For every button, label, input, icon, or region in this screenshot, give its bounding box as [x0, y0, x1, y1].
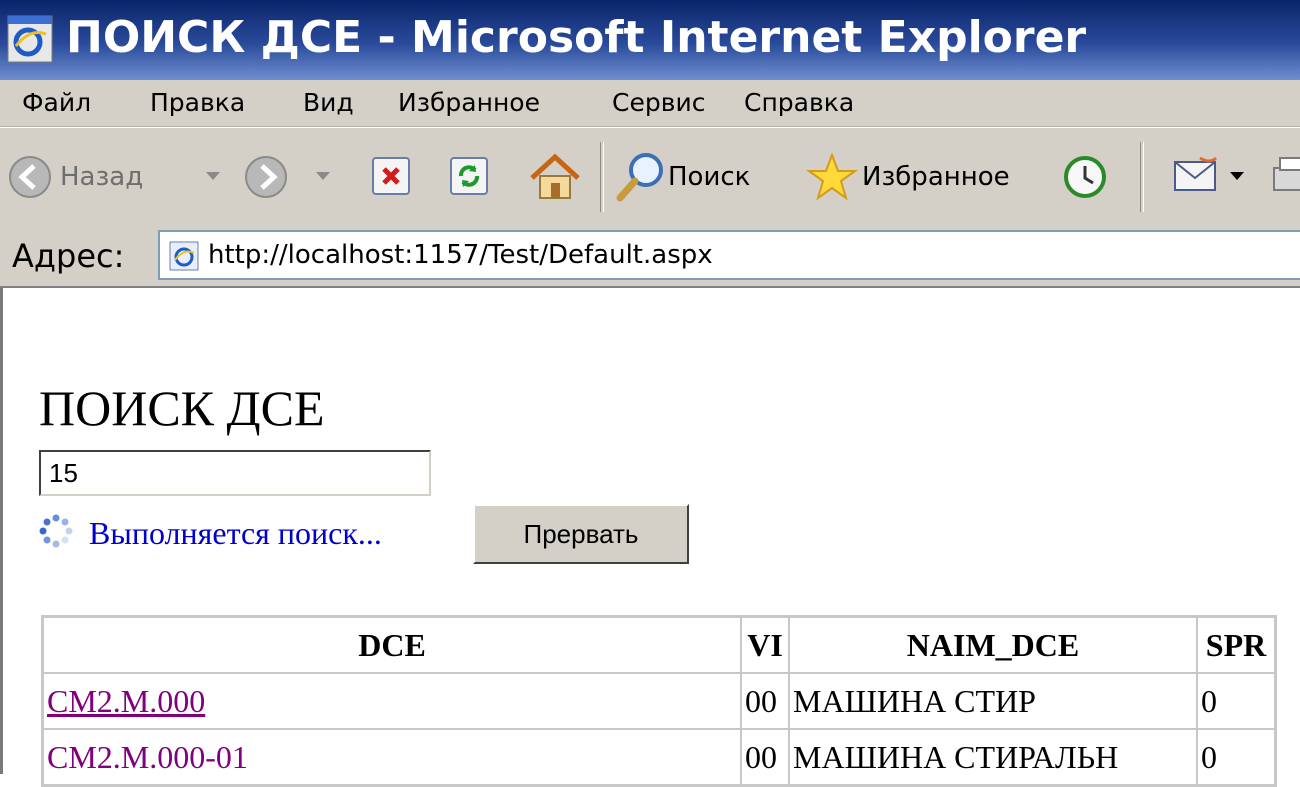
stop-icon[interactable]: [372, 157, 410, 195]
toolbar: Назад Поиск Избранное: [0, 127, 1300, 227]
menu-help[interactable]: Справка: [744, 80, 854, 126]
home-icon[interactable]: [528, 152, 582, 202]
star-icon: [806, 152, 858, 201]
search-button[interactable]: Поиск: [616, 128, 786, 226]
menu-favorites[interactable]: Избранное: [398, 80, 540, 126]
back-arrow-icon: [9, 156, 51, 198]
forward-button[interactable]: [244, 128, 350, 226]
page-icon: [169, 241, 199, 271]
address-label: Адрес:: [12, 237, 125, 275]
spr-cell: 0: [1197, 673, 1275, 729]
address-input[interactable]: http://localhost:1157/Test/Default.aspx: [158, 230, 1300, 280]
page-content: ПОИСК ДСЕ Выполняется поиск... Прервать …: [0, 288, 1300, 787]
loading-spinner-icon: [39, 514, 73, 548]
magnifier-icon: [616, 153, 663, 202]
abort-button[interactable]: Прервать: [473, 504, 689, 564]
mail-button[interactable]: [1172, 128, 1252, 226]
toolbar-separator-2: [1140, 142, 1144, 212]
vi-cell: 00: [741, 673, 789, 729]
column-header-dce[interactable]: DCE: [43, 617, 741, 673]
search-label: Поиск: [668, 162, 751, 192]
results-table: DCE VI NAIM_DCE SPR CM2.M.000 00 МАШИНА …: [41, 615, 1277, 787]
column-header-vi[interactable]: VI: [741, 617, 789, 673]
table-row: CM2.M.000 00 МАШИНА СТИР 0: [43, 673, 1275, 729]
back-label: Назад: [60, 162, 144, 192]
search-status-text: Выполняется поиск...: [89, 515, 382, 551]
title-bar: ПОИСК ДСЕ - Microsoft Internet Explorer: [0, 0, 1300, 80]
favorites-label: Избранное: [862, 162, 1010, 192]
naim-dce-cell: МАШИНА СТИРАЛЬН: [789, 729, 1197, 785]
mail-icon: [1174, 156, 1218, 191]
column-header-naim-dce[interactable]: NAIM_DCE: [789, 617, 1197, 673]
back-button[interactable]: Назад: [8, 128, 238, 226]
internet-explorer-icon: [7, 15, 53, 63]
address-url: http://localhost:1157/Test/Default.aspx: [208, 240, 713, 270]
window-title: ПОИСК ДСЕ - Microsoft Internet Explorer: [66, 12, 1087, 63]
favorites-button[interactable]: Избранное: [806, 128, 1038, 226]
forward-arrow-icon: [245, 156, 287, 198]
menu-bar: Файл Правка Вид Избранное Сервис Справка: [0, 80, 1300, 127]
forward-dropdown-icon: [316, 172, 330, 180]
menu-file[interactable]: Файл: [22, 80, 91, 126]
table-header-row: DCE VI NAIM_DCE SPR: [43, 617, 1275, 673]
vi-cell: 00: [741, 729, 789, 785]
menu-view[interactable]: Вид: [303, 80, 354, 126]
column-header-spr[interactable]: SPR: [1197, 617, 1275, 673]
page-title: ПОИСК ДСЕ: [39, 380, 325, 436]
mail-dropdown-icon: [1230, 172, 1244, 180]
naim-dce-cell: МАШИНА СТИР: [789, 673, 1197, 729]
dce-link[interactable]: CM2.M.000-01: [43, 729, 741, 785]
spr-cell: 0: [1197, 729, 1275, 785]
address-bar: Адрес: http://localhost:1157/Test/Defaul…: [0, 226, 1300, 288]
back-dropdown-icon: [206, 172, 220, 180]
history-icon[interactable]: [1060, 154, 1110, 200]
print-icon[interactable]: [1270, 156, 1300, 198]
dce-link[interactable]: CM2.M.000: [43, 673, 741, 729]
table-row: CM2.M.000-01 00 МАШИНА СТИРАЛЬН 0: [43, 729, 1275, 785]
refresh-icon[interactable]: [450, 157, 488, 195]
menu-tools[interactable]: Сервис: [612, 80, 705, 126]
toolbar-separator: [600, 142, 604, 212]
search-input[interactable]: [39, 450, 431, 496]
menu-edit[interactable]: Правка: [150, 80, 245, 126]
